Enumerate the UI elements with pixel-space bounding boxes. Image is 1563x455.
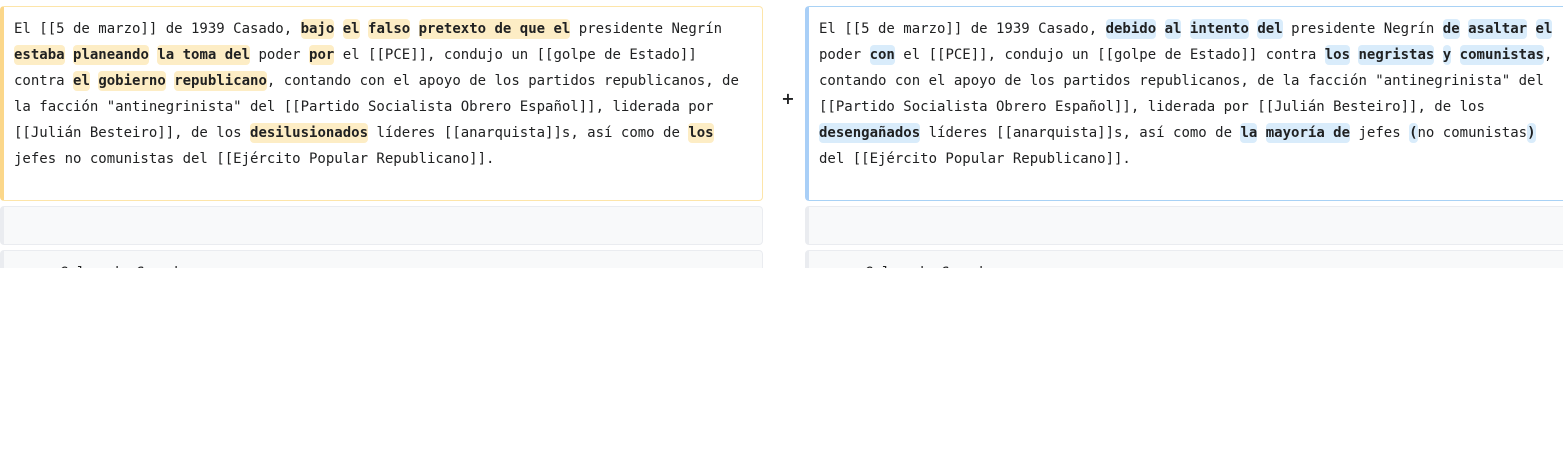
- diff-change-highlight: asaltar: [1468, 19, 1528, 39]
- diff-text: [1257, 125, 1265, 141]
- diff-text: del [[Ejército Popular Republicano]].: [819, 151, 1131, 167]
- diff-text: [1156, 21, 1164, 37]
- diff-change-highlight: gobierno: [98, 71, 166, 91]
- diff-change-highlight: ): [1527, 123, 1536, 143]
- diff-added-marker: +: [781, 89, 795, 108]
- diff-context-right: Golpe de Casado: [805, 250, 1563, 268]
- diff-change-highlight: desilusionados: [250, 123, 369, 143]
- diff-text: El [[5 de marzo]] de 1939 Casado,: [819, 21, 1106, 37]
- diff-view: El [[5 de marzo]] de 1939 Casado, bajo e…: [0, 0, 1563, 268]
- diff-change-highlight: el: [1535, 19, 1553, 39]
- diff-text: [410, 21, 418, 37]
- diff-change-highlight: la: [1240, 123, 1258, 143]
- diff-context-left: [0, 206, 763, 245]
- diff-change-highlight: el: [73, 71, 90, 91]
- diff-text: [1451, 47, 1459, 63]
- diff-change-highlight: los: [1324, 45, 1351, 65]
- diff-context-left: Golpe de Casado: [0, 250, 763, 268]
- diff-change-highlight: los: [688, 123, 714, 143]
- diff-change-highlight: intento: [1189, 19, 1249, 39]
- diff-text: líderes [[anarquista]]s, así como de: [920, 125, 1241, 141]
- diff-text: jefes: [1350, 125, 1410, 141]
- diff-change-highlight: estaba: [14, 45, 65, 65]
- diff-change-highlight: de: [1442, 19, 1460, 39]
- diff-change-highlight: con: [869, 45, 895, 65]
- diff-text: no comunistas: [1417, 125, 1528, 141]
- diff-change-highlight: republicano: [174, 71, 267, 91]
- diff-change-highlight: (: [1409, 123, 1418, 143]
- diff-change-highlight: por: [309, 45, 335, 65]
- diff-change-highlight: la toma del: [157, 45, 251, 65]
- diff-change-highlight: comunistas: [1459, 45, 1544, 65]
- diff-text: El [[5 de marzo]] de 1939 Casado,: [14, 21, 301, 37]
- diff-text: poder: [250, 47, 310, 63]
- diff-change-highlight: bajo: [300, 19, 335, 39]
- diff-change-highlight: del: [1257, 19, 1283, 39]
- diff-change-highlight: planeando: [73, 45, 149, 65]
- diff-text: poder: [819, 47, 870, 63]
- diff-change-highlight: el: [342, 19, 360, 39]
- diff-change-highlight: falso: [368, 19, 411, 39]
- diff-text: líderes [[anarquista]]s, así como de: [368, 125, 689, 141]
- diff-change-highlight: y: [1442, 45, 1452, 65]
- diff-text: [1434, 47, 1442, 63]
- diff-text: el [[PCE]], condujo un [[golpe de Estado…: [894, 47, 1325, 63]
- diff-text: [65, 47, 73, 63]
- diff-text: jefes no comunistas del [[Ejército Popul…: [14, 151, 495, 167]
- diff-text: [1460, 21, 1468, 37]
- diff-context-right: [805, 206, 1563, 245]
- diff-change-highlight: desengañados: [819, 123, 921, 143]
- diff-text: [360, 21, 368, 37]
- context-text: Golpe de Casado: [14, 260, 752, 268]
- diff-added-line: El [[5 de marzo]] de 1939 Casado, debido…: [805, 6, 1563, 201]
- context-text: Golpe de Casado: [819, 260, 1563, 268]
- diff-change-highlight: al: [1164, 19, 1182, 39]
- diff-text: [166, 73, 174, 89]
- diff-change-highlight: debido: [1105, 19, 1157, 39]
- diff-change-highlight: mayoría de: [1265, 123, 1351, 143]
- diff-deleted-line: El [[5 de marzo]] de 1939 Casado, bajo e…: [0, 6, 763, 201]
- diff-change-highlight: pretexto de que el: [418, 19, 571, 39]
- diff-change-highlight: negristas: [1358, 45, 1435, 65]
- diff-text: [1181, 21, 1189, 37]
- diff-text: presidente Negrín: [1282, 21, 1443, 37]
- diff-text: [1527, 21, 1535, 37]
- diff-text: [334, 21, 342, 37]
- diff-text: presidente Negrín: [570, 21, 723, 37]
